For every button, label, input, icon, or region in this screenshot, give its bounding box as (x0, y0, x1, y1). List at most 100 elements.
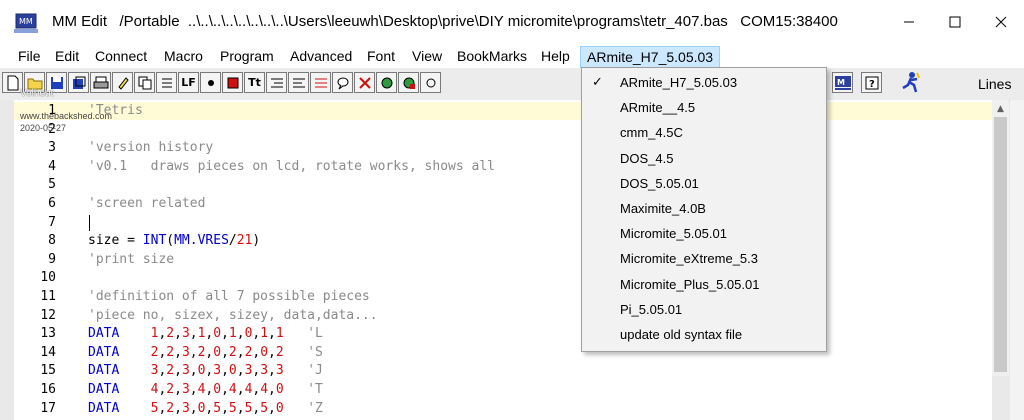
text-cursor (89, 215, 90, 231)
outdent-icon (292, 78, 305, 87)
close-button[interactable] (978, 0, 1024, 44)
code-text: 'version history (88, 140, 214, 156)
outdent-button[interactable] (288, 72, 309, 93)
vertical-scrollbar[interactable]: ▲ (992, 100, 1009, 376)
menu-help[interactable]: Help (541, 48, 570, 64)
dropdown-item-label: Micromite_5.05.01 (620, 226, 727, 242)
comment-button[interactable] (332, 72, 353, 93)
run-button[interactable] (897, 71, 923, 95)
close-icon (995, 16, 1007, 28)
menu-view[interactable]: View (412, 48, 442, 64)
scroll-up-icon[interactable]: ▲ (992, 100, 1009, 117)
left-margin (0, 100, 14, 420)
text-size-button[interactable]: Tt (244, 72, 265, 93)
dropdown-item[interactable]: ARmite__4.5 (582, 95, 826, 120)
save-as-button[interactable] (68, 72, 89, 93)
red-box-button[interactable] (222, 72, 243, 93)
bullet-button[interactable] (200, 72, 221, 93)
dropdown-item-label: DOS_5.05.01 (620, 175, 699, 191)
code-text: DATA 4,2,3,4,0,4,4,4,0 'T (88, 382, 323, 397)
menu-file[interactable]: File (18, 48, 41, 64)
dropdown-item[interactable]: Micromite_5.05.01 (582, 221, 826, 246)
window-title: MM Edit /Portable ..\..\..\..\..\..\..\.… (52, 13, 838, 30)
line-number: 16 (40, 382, 56, 397)
line-number: 15 (40, 363, 56, 379)
menu-edit[interactable]: Edit (55, 48, 79, 64)
current-line-highlight (14, 102, 992, 120)
speech-bubble-icon (337, 77, 348, 89)
printer-icon (93, 76, 108, 88)
dropdown-item-label: cmm_4.5C (620, 125, 683, 141)
code-text: size = INT(MM.VRES/21) (88, 233, 261, 249)
list-button[interactable] (156, 72, 177, 93)
menu-program[interactable]: Program (220, 48, 274, 64)
copy-icon (138, 76, 151, 89)
debug-stop-button[interactable] (398, 72, 419, 93)
line-number: 3 (48, 140, 56, 156)
syntax-dropdown-menu: ✓ ARmite_H7_5.05.03 ARmite__4.5 cmm_4.5C DOS… (581, 67, 827, 352)
new-file-icon (7, 75, 18, 90)
watermark-date: 2020-05-27 (20, 123, 67, 133)
minimize-button[interactable] (886, 0, 932, 44)
menu-bookmarks[interactable]: BookMarks (457, 48, 527, 64)
bullet-icon (207, 79, 214, 86)
help-button[interactable]: ? (861, 72, 882, 93)
bug-icon (381, 77, 392, 88)
dropdown-item[interactable]: DOS_4.5 (582, 146, 826, 171)
line-number: 17 (40, 400, 56, 416)
code-text: 'v0.1 draws pieces on lcd, rotate works,… (88, 158, 495, 174)
dropdown-item[interactable]: update old syntax file (582, 322, 826, 347)
linefeed-label: LF (181, 76, 196, 89)
menu-syntax-active[interactable]: ARmite_H7_5.05.03 (580, 46, 721, 68)
linefeed-button[interactable]: LF (178, 72, 199, 93)
line-number: 4 (48, 158, 56, 174)
scroll-thumb[interactable] (994, 117, 1007, 372)
mm-button[interactable]: M (832, 72, 853, 93)
code-editor[interactable]: 1 'Tetris 2 3'version history 4'v0.1 draws p… (14, 100, 992, 420)
menu-connect[interactable]: Connect (95, 48, 147, 64)
maximize-button[interactable] (932, 0, 978, 44)
dropdown-item-label: ARmite__4.5 (620, 100, 696, 116)
red-lines-button[interactable] (310, 72, 331, 93)
red-box-icon (227, 77, 238, 88)
menu-font[interactable]: Font (367, 48, 395, 64)
code-text: DATA 1,2,3,1,0,1,0,1,1 'L (88, 326, 323, 342)
maximize-icon (949, 16, 961, 28)
dropdown-item-label: Maximite_4.0B (620, 201, 706, 216)
line-number: 6 (48, 196, 56, 211)
dropdown-item[interactable]: Maximite_4.0B (582, 196, 826, 221)
dropdown-item[interactable]: Micromite_Plus_5.05.01 (582, 272, 826, 297)
dropdown-item[interactable]: cmm_4.5C (582, 120, 826, 145)
checkmark-icon: ✓ (592, 74, 603, 89)
line-number: 8 (48, 233, 56, 249)
list-icon (161, 78, 172, 87)
tool-button[interactable] (420, 72, 441, 93)
line-number: 14 (40, 344, 56, 360)
red-x-icon (358, 76, 371, 89)
line-number: 11 (40, 289, 56, 304)
line-number: 12 (40, 307, 56, 323)
menu-macro[interactable]: Macro (164, 48, 203, 64)
svg-text:MM: MM (19, 17, 33, 26)
indent-button[interactable] (266, 72, 287, 93)
right-pane (1010, 100, 1024, 420)
line-number: 7 (48, 214, 56, 230)
code-text: DATA 3,2,3,0,3,0,3,3,3 'J (88, 363, 323, 379)
dropdown-item[interactable]: Pi_5.05.01 (582, 297, 826, 322)
bug-stop-icon (403, 77, 415, 89)
menu-advanced[interactable]: Advanced (290, 48, 352, 64)
debug-button[interactable] (376, 72, 397, 93)
code-text: 'print size (88, 251, 175, 267)
indent-icon (270, 78, 283, 87)
line-number: 9 (48, 251, 56, 267)
highlight-button[interactable] (112, 72, 133, 93)
marker-icon (117, 76, 129, 90)
dropdown-item-label: DOS_4.5 (620, 150, 674, 166)
copy-button[interactable] (134, 72, 155, 93)
dropdown-item[interactable]: Micromite_eXtreme_5.3 (582, 246, 826, 271)
dropdown-item[interactable]: ✓ ARmite_H7_5.05.03 (582, 70, 826, 95)
app-icon[interactable]: MM (14, 12, 38, 34)
cancel-button[interactable] (354, 72, 375, 93)
dropdown-item[interactable]: DOS_5.05.01 (582, 171, 826, 196)
print-button[interactable] (90, 72, 111, 93)
